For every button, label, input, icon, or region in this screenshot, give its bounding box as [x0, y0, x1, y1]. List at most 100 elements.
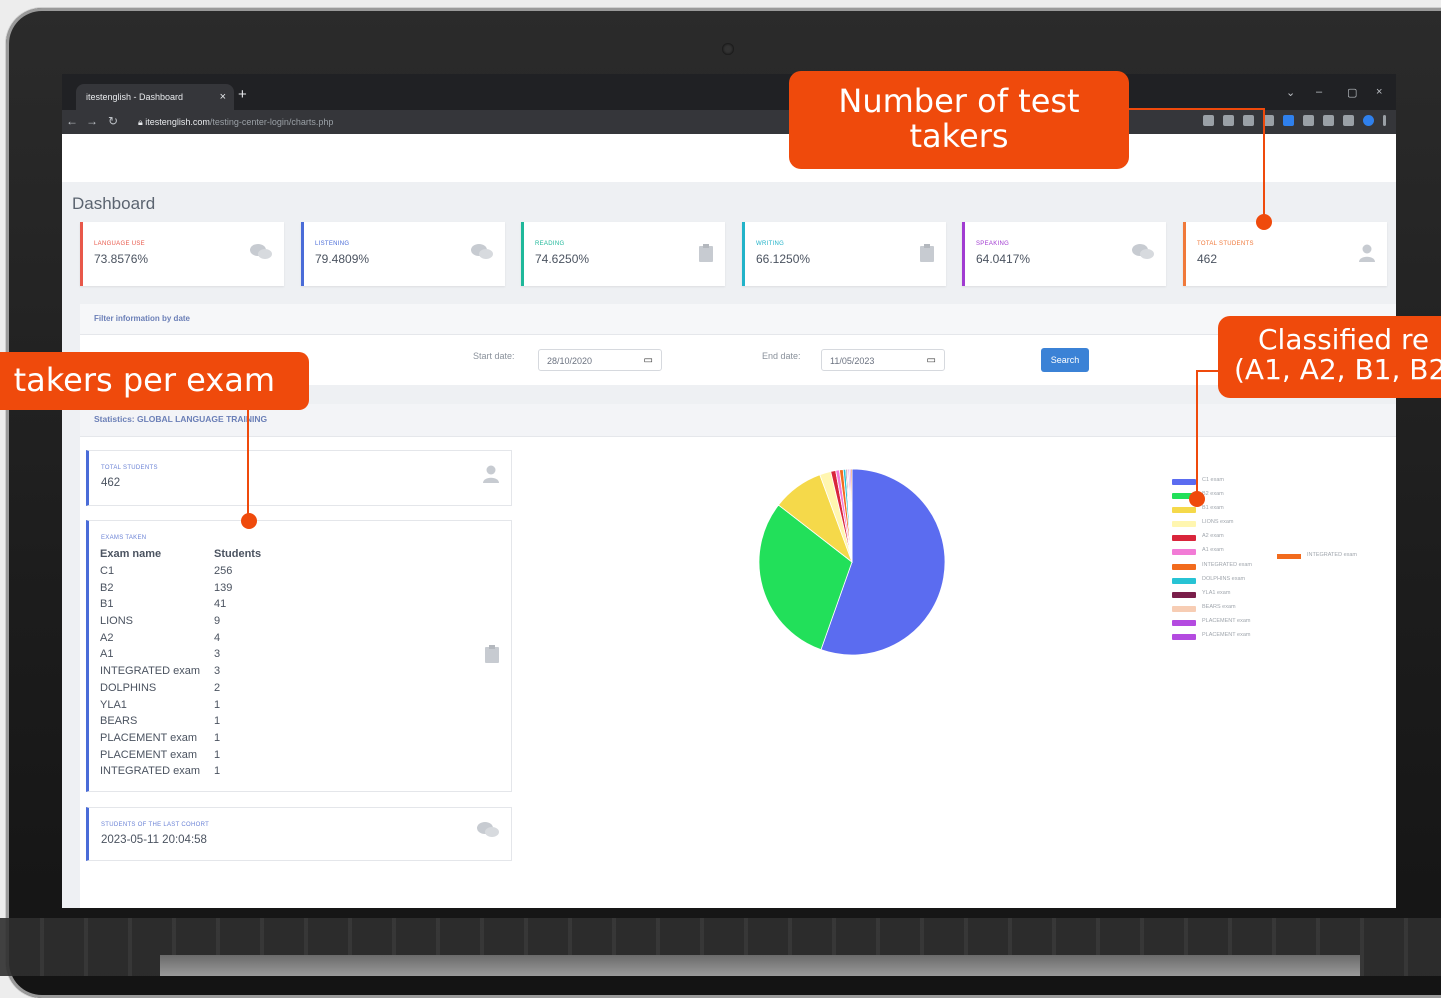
- clipboard-icon: [485, 645, 499, 668]
- legend-label: PLACEMENT exam: [1202, 632, 1251, 639]
- exam-name-cell: A2: [100, 631, 114, 644]
- table-row: BEARS 1: [100, 713, 261, 730]
- exam-name-cell: A1: [100, 648, 114, 661]
- legend-label: LIONS exam: [1202, 519, 1234, 526]
- legend-label: YLA1 exam: [1202, 589, 1231, 596]
- stat-card-total-students: TOTAL STUDENTS 462: [1183, 222, 1387, 286]
- end-date-label: End date:: [762, 351, 801, 361]
- students-cell: 2: [214, 681, 221, 694]
- students-cell: 4: [214, 631, 221, 644]
- extension-icon[interactable]: [1303, 115, 1314, 126]
- stat-card-speaking: SPEAKING 64.0417%: [962, 222, 1166, 286]
- table-row: A1 3: [100, 646, 261, 663]
- clipboard-icon: [699, 244, 713, 266]
- students-cell: 139: [214, 581, 233, 594]
- maximize-button[interactable]: ▢: [1347, 86, 1357, 99]
- callout-line-1: Classified re: [1258, 323, 1430, 356]
- calendar-icon[interactable]: ▭: [927, 350, 936, 372]
- filter-title: Filter information by date: [94, 314, 191, 323]
- legend-label: B2 exam: [1202, 491, 1224, 498]
- close-window-button[interactable]: ×: [1376, 86, 1382, 98]
- user-icon: [1359, 244, 1375, 266]
- legend-swatch: [1172, 521, 1196, 528]
- stat-card-listening: LISTENING 79.4809%: [301, 222, 505, 286]
- exam-name-cell: C1: [100, 565, 115, 578]
- close-tab-icon[interactable]: ×: [220, 84, 226, 110]
- browser-tab[interactable]: itestenglish - Dashboard ×: [76, 84, 234, 110]
- key-icon[interactable]: [1203, 115, 1214, 126]
- minimize-button[interactable]: –: [1316, 86, 1322, 98]
- forward-arrow-icon[interactable]: →: [86, 114, 98, 128]
- column-header: Exam name: [100, 548, 162, 561]
- reload-icon[interactable]: ↻: [108, 114, 118, 128]
- legend-swatch: [1172, 634, 1196, 641]
- url-domain: itestenglish.com: [145, 117, 210, 127]
- legend-swatch: [1172, 535, 1196, 542]
- card-accent: [1183, 222, 1186, 286]
- legend-swatch: [1172, 577, 1196, 584]
- stat-value: 79.4809%: [315, 252, 370, 266]
- table-row: LIONS 9: [100, 613, 261, 630]
- card-accent: [962, 222, 965, 286]
- callout-connector: [1129, 108, 1265, 110]
- webcam: [722, 43, 734, 55]
- table-row: B1 41: [100, 596, 261, 613]
- browser-tabbar: itestenglish - Dashboard × + ⌄ – ▢ ×: [62, 74, 1396, 110]
- students-cell: 1: [214, 698, 221, 711]
- students-cell: 256: [214, 565, 233, 578]
- menu-dots-icon[interactable]: [1383, 115, 1386, 126]
- table-row: A2 4: [100, 629, 261, 646]
- callout-per-exam: takers per exam: [0, 352, 309, 410]
- table-row: INTEGRATED exam 3: [100, 663, 261, 680]
- legend-label: A2 exam: [1202, 533, 1224, 540]
- new-tab-button[interactable]: +: [238, 86, 247, 103]
- callout-dot: [241, 513, 257, 529]
- calendar-icon[interactable]: ▭: [644, 350, 653, 372]
- profile-icon[interactable]: [1363, 115, 1374, 126]
- stat-value: 64.0417%: [976, 252, 1031, 266]
- share-icon[interactable]: [1243, 115, 1254, 126]
- end-date-input[interactable]: 11/05/2023 ▭: [821, 349, 945, 371]
- stat-value: 74.6250%: [535, 252, 590, 266]
- stat-value: 73.8576%: [94, 252, 149, 266]
- students-cell: 1: [214, 715, 221, 728]
- legend-label: BEARS exam: [1202, 603, 1236, 610]
- sidebar-icon[interactable]: [1343, 115, 1354, 126]
- clipboard-icon: [920, 244, 934, 266]
- stat-card-language-use: LANGUAGE USE 73.8576%: [80, 222, 284, 286]
- callout-connector: [1196, 370, 1218, 372]
- exam-name-cell: INTEGRATED exam: [100, 665, 201, 678]
- exam-name-cell: B2: [100, 581, 114, 594]
- legend-swatch: [1172, 619, 1196, 626]
- exam-name-cell: PLACEMENT exam: [100, 731, 197, 744]
- students-cell: 1: [214, 748, 221, 761]
- stat-label: LISTENING: [315, 241, 350, 247]
- search-button[interactable]: Search: [1041, 348, 1089, 372]
- address-bar[interactable]: 🔒︎ itestenglish.com/testing-center-login…: [138, 114, 838, 131]
- exam-name-cell: INTEGRATED exam: [100, 765, 201, 778]
- puzzle-icon[interactable]: [1323, 115, 1334, 126]
- table-header-row: Exam name Students: [100, 546, 261, 563]
- start-date-value: 28/10/2020: [547, 356, 593, 366]
- end-date-value: 11/05/2023: [830, 356, 875, 366]
- card-label: STUDENTS OF THE LAST COHORT: [101, 822, 210, 828]
- card-value: 2023-05-11 20:04:58: [101, 834, 207, 846]
- callout-dot: [1189, 491, 1205, 507]
- stat-value: 462: [1197, 252, 1218, 266]
- exam-name-cell: LIONS: [100, 615, 134, 628]
- start-date-input[interactable]: 28/10/2020 ▭: [538, 349, 662, 371]
- tab-search-icon[interactable]: ⌄: [1286, 86, 1295, 99]
- legend-swatch: [1277, 554, 1301, 559]
- back-arrow-icon[interactable]: ←: [66, 114, 78, 128]
- card-label: EXAMS TAKEN: [101, 535, 147, 541]
- table-row: B2 139: [100, 579, 261, 596]
- card-accent: [742, 222, 745, 286]
- stat-label: WRITING: [756, 241, 785, 247]
- total-students-card: TOTAL STUDENTS 462: [86, 450, 512, 506]
- translate-icon[interactable]: [1223, 115, 1234, 126]
- table-row: YLA1 1: [100, 696, 261, 713]
- students-cell: 3: [214, 648, 221, 661]
- chat-icon: [250, 244, 272, 264]
- chat-icon: [471, 244, 493, 264]
- extension-icon[interactable]: [1283, 115, 1294, 126]
